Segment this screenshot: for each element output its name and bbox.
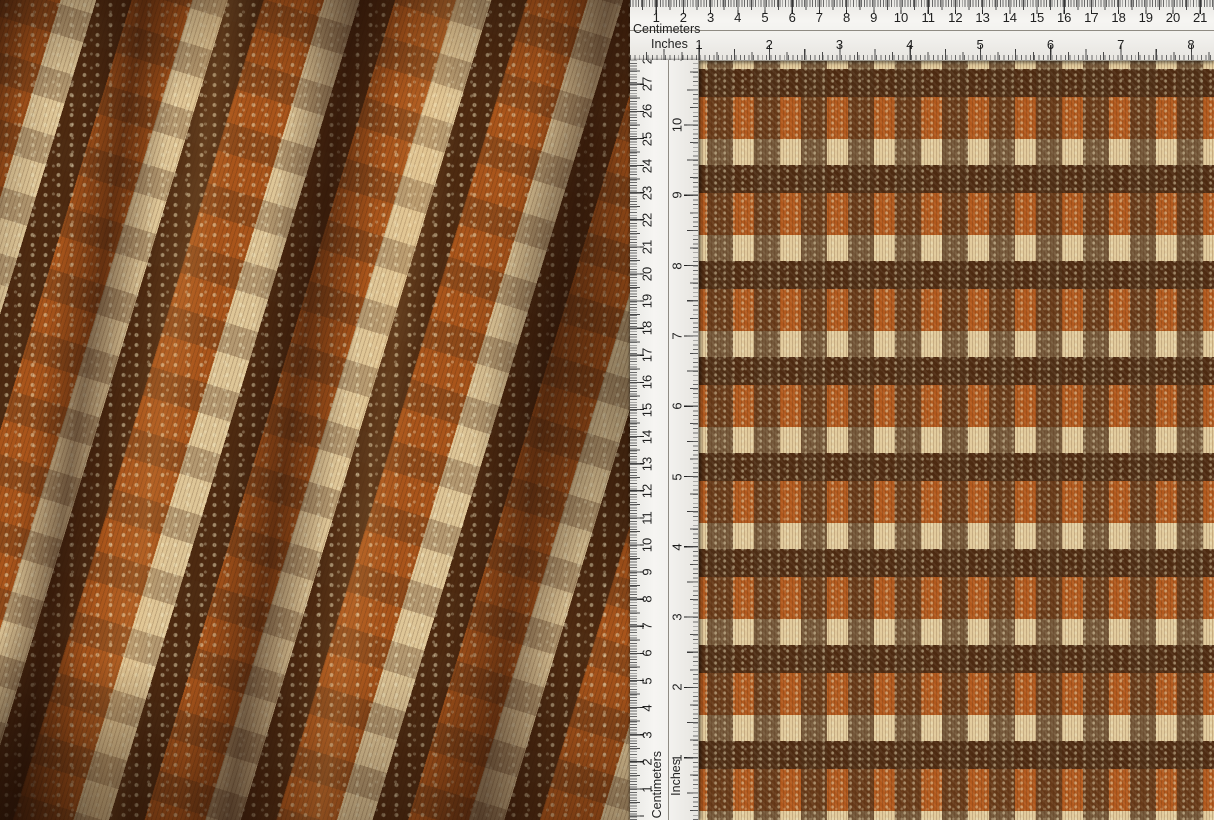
ruler-number: 14 — [1003, 10, 1017, 25]
ruler-number: 11 — [640, 511, 655, 525]
ruler-number: 5 — [977, 37, 984, 52]
ruler-number: 22 — [640, 213, 655, 227]
ruler-number: 21 — [640, 240, 655, 254]
ruler-number: 3 — [670, 613, 685, 620]
ruler-number: 4 — [640, 704, 655, 711]
ruler-number: 7 — [640, 623, 655, 630]
ruler-number: 6 — [670, 403, 685, 410]
ruler-number: 9 — [670, 192, 685, 199]
ruler-number: 1 — [695, 37, 702, 52]
horizontal-inch-ticks — [630, 45, 1214, 60]
horizontal-ruler: Centimeters Inches 123456789101112131415… — [630, 0, 1214, 61]
ruler-number: 11 — [921, 10, 935, 25]
ruler-number: 25 — [640, 131, 655, 145]
ruler-number: 3 — [707, 10, 714, 25]
ruler-number: 7 — [1117, 37, 1124, 52]
ruler-number: 8 — [670, 262, 685, 269]
draped-fabric-photo — [0, 0, 631, 820]
ruler-number: 15 — [640, 402, 655, 416]
ruler-number: 16 — [1057, 10, 1071, 25]
ruler-number: 17 — [1084, 10, 1098, 25]
ruler-number: 4 — [670, 543, 685, 550]
inches-label: Inches — [669, 759, 683, 796]
ruler-number: 13 — [640, 456, 655, 470]
ruler-number: 12 — [948, 10, 962, 25]
inches-label: Inches — [651, 37, 688, 51]
ruler-number: 6 — [640, 650, 655, 657]
ruler-number: 2 — [766, 37, 773, 52]
ruler-number: 28 — [640, 60, 655, 64]
ruler-number: 18 — [1111, 10, 1125, 25]
centimeters-label: Centimeters — [633, 22, 700, 36]
ruler-number: 5 — [761, 10, 768, 25]
ruler-number: 1 — [640, 785, 655, 792]
ruler-number: 9 — [870, 10, 877, 25]
ruler-number: 5 — [640, 677, 655, 684]
ruler-number: 27 — [640, 77, 655, 91]
ruler-number: 19 — [640, 294, 655, 308]
ruler-number: 3 — [640, 731, 655, 738]
ruler-number: 8 — [843, 10, 850, 25]
ruler-number: 6 — [1047, 37, 1054, 52]
ruler-number: 21 — [1193, 10, 1207, 25]
ruler-number: 24 — [640, 158, 655, 172]
ruler-number: 1 — [653, 10, 660, 25]
ruler-number: 4 — [906, 37, 913, 52]
ruler-number: 7 — [670, 332, 685, 339]
ruler-number: 19 — [1139, 10, 1153, 25]
fabric-product-photo: Centimeters Inches 123456789101112131415… — [0, 0, 1214, 820]
vertical-inch-ticks — [684, 60, 698, 820]
ruler-number: 7 — [816, 10, 823, 25]
ruler-number: 2 — [680, 10, 687, 25]
ruler-number: 5 — [670, 473, 685, 480]
ruler-number: 10 — [670, 118, 685, 132]
ruler-number: 10 — [894, 10, 908, 25]
ruler-number: 12 — [640, 484, 655, 498]
ruler-number: 20 — [1166, 10, 1180, 25]
ruler-number: 9 — [640, 568, 655, 575]
ruler-number: 4 — [734, 10, 741, 25]
ruler-number: 13 — [975, 10, 989, 25]
ruler-number: 15 — [1030, 10, 1044, 25]
flat-fabric-swatch — [630, 0, 1214, 820]
ruler-number: 14 — [640, 429, 655, 443]
ruler-number: 8 — [1187, 37, 1194, 52]
fabric-fold-shadows — [0, 0, 631, 820]
ruler-number: 16 — [640, 375, 655, 389]
ruler-number: 10 — [640, 538, 655, 552]
ruler-number: 8 — [640, 596, 655, 603]
ruler-number: 18 — [640, 321, 655, 335]
ruler-number: 2 — [670, 684, 685, 691]
vertical-ruler: Centimeters Inches 123456789101112131415… — [630, 60, 699, 820]
ruler-divider — [668, 60, 669, 820]
ruler-number: 1 — [670, 754, 685, 761]
ruler-number: 17 — [640, 348, 655, 362]
ruler-divider — [630, 30, 1214, 31]
ruler-number: 20 — [640, 267, 655, 281]
ruler-number: 6 — [789, 10, 796, 25]
ruler-number: 23 — [640, 185, 655, 199]
ruler-number: 3 — [836, 37, 843, 52]
ruler-number: 26 — [640, 104, 655, 118]
ruler-number: 2 — [640, 758, 655, 765]
ruler-number: 11 — [670, 60, 685, 61]
